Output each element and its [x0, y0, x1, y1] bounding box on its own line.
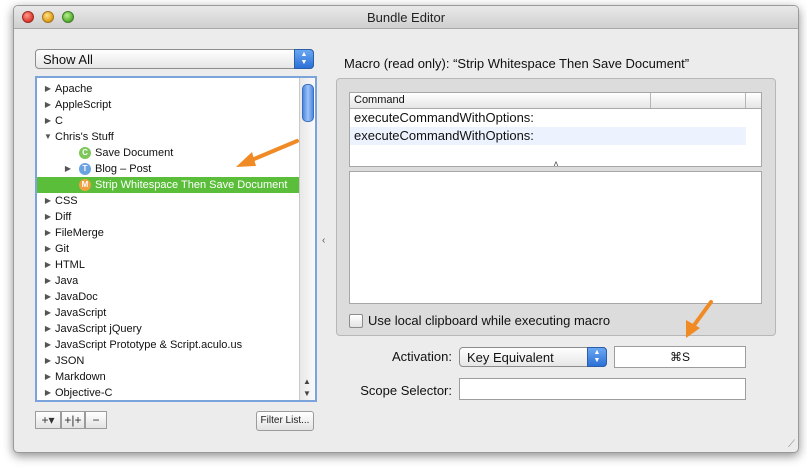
macro-group-box: Command executeCommandWithOptions: execu…: [336, 78, 776, 336]
tree-item[interactable]: C Save Document: [37, 145, 299, 161]
remove-item-button[interactable]: −: [85, 411, 107, 429]
column-divider: [650, 93, 651, 108]
disclosure-collapsed-icon[interactable]: ▶: [43, 81, 53, 97]
scroll-down-arrow-icon[interactable]: ▼: [303, 389, 311, 398]
tree-item-label: CSS: [55, 195, 78, 207]
disclosure-collapsed-icon[interactable]: ▶: [43, 241, 53, 257]
disclosure-collapsed-icon[interactable]: ▶: [43, 113, 53, 129]
resize-grip-icon[interactable]: ⟋: [788, 439, 795, 450]
tree-item-label: Git: [55, 243, 70, 255]
tree-item-label: JavaScript: [55, 307, 107, 319]
tree-item-label: FileMerge: [55, 227, 104, 239]
macro-icon: M: [79, 179, 91, 191]
bundle-tree[interactable]: ▶ Apache ▶ AppleScript ▶ C ▼ Chris's Stuff C Save…: [35, 76, 317, 402]
tree-item-label: C: [55, 115, 63, 127]
tree-item-label: Blog – Post: [95, 163, 152, 175]
disclosure-collapsed-icon[interactable]: ▶: [43, 289, 53, 305]
tree-item-label: JavaScript jQuery: [55, 323, 142, 335]
disclosure-collapsed-icon[interactable]: ▶: [43, 305, 53, 321]
tree-item[interactable]: M Strip Whitespace Then Save Document: [37, 177, 299, 193]
command-table[interactable]: Command executeCommandWithOptions: execu…: [349, 92, 762, 167]
tree-item[interactable]: ▶ Apache: [37, 81, 299, 97]
add-child-button[interactable]: +|+: [61, 411, 85, 429]
window-title: Bundle Editor: [366, 10, 446, 25]
tree-item[interactable]: ▶ Diff: [37, 209, 299, 225]
disclosure-collapsed-icon[interactable]: ▶: [63, 161, 73, 177]
tree-item[interactable]: ▶ JavaScript: [37, 305, 299, 321]
show-filter-value: Show All: [43, 52, 93, 67]
disclosure-collapsed-icon[interactable]: ▶: [43, 337, 53, 353]
tree-item[interactable]: ▶ JavaScript jQuery: [37, 321, 299, 337]
add-item-button[interactable]: +▾: [35, 411, 61, 429]
tree-scrollbar[interactable]: ▲ ▼: [299, 78, 315, 400]
tree-item-label: JavaScript Prototype & Script.aculo.us: [55, 339, 243, 351]
disclosure-collapsed-icon[interactable]: ▶: [43, 209, 53, 225]
tree-item[interactable]: ▶ Markdown: [37, 369, 299, 385]
disclosure-collapsed-icon[interactable]: ▶: [43, 273, 53, 289]
disclosure-collapsed-icon[interactable]: ▶: [43, 97, 53, 113]
disclosure-collapsed-icon[interactable]: ▶: [43, 369, 53, 385]
tree-item[interactable]: ▶ JSON: [37, 353, 299, 369]
filter-list-button[interactable]: Filter List...: [256, 411, 314, 431]
scope-selector-label: Scope Selector:: [360, 383, 452, 398]
tree-item[interactable]: ▶ JavaDoc: [37, 289, 299, 305]
tree-item-label: JSON: [55, 355, 85, 367]
tree-item[interactable]: ▼ Chris's Stuff: [37, 129, 299, 145]
title-bar[interactable]: Bundle Editor: [14, 6, 798, 29]
disclosure-expanded-icon[interactable]: ▼: [43, 129, 53, 145]
show-filter-popup[interactable]: Show All ▲ ▼: [35, 49, 314, 69]
disclosure-collapsed-icon[interactable]: ▶: [43, 257, 53, 273]
tree-item-label: AppleScript: [55, 99, 112, 111]
disclosure-collapsed-icon[interactable]: ▶: [43, 385, 53, 400]
tree-item[interactable]: ▶ T Blog – Post: [37, 161, 299, 177]
macro-title: Macro (read only): “Strip Whitespace The…: [344, 56, 690, 71]
tree-item-label: Markdown: [55, 371, 106, 383]
tree-item[interactable]: ▶ JavaScript Prototype & Script.aculo.us: [37, 337, 299, 353]
tree-item[interactable]: ▶ C: [37, 113, 299, 129]
disclosure-collapsed-icon[interactable]: ▶: [43, 321, 53, 337]
split-view-handle-icon[interactable]: ‹: [322, 235, 325, 246]
tree-item[interactable]: ▶ FileMerge: [37, 225, 299, 241]
command-icon: C: [79, 147, 91, 159]
key-equivalent-field[interactable]: ⌘S: [614, 346, 746, 368]
template-icon: T: [79, 163, 91, 175]
popup-arrows-icon: ▲ ▼: [587, 347, 607, 367]
column-divider: [745, 93, 746, 108]
scrollbar-thumb[interactable]: [302, 84, 314, 122]
command-table-header[interactable]: Command: [350, 93, 761, 109]
tree-item[interactable]: ▶ Objective-C: [37, 385, 299, 400]
disclosure-collapsed-icon[interactable]: ▶: [43, 353, 53, 369]
tree-item-label: HTML: [55, 259, 85, 271]
command-row[interactable]: executeCommandWithOptions:: [350, 127, 746, 145]
activation-label: Activation:: [392, 349, 452, 364]
tree-item-label: Save Document: [95, 147, 174, 159]
tree-item-label: Apache: [55, 83, 93, 95]
command-row[interactable]: executeCommandWithOptions:: [350, 109, 746, 127]
activation-value: Key Equivalent: [467, 350, 554, 365]
local-clipboard-label: Use local clipboard while executing macr…: [368, 313, 611, 328]
command-column-header[interactable]: Command: [354, 94, 405, 106]
tree-item-label: Diff: [55, 211, 72, 223]
tree-item[interactable]: ▶ Git: [37, 241, 299, 257]
tree-item[interactable]: ▶ HTML: [37, 257, 299, 273]
tree-item-label: Strip Whitespace Then Save Document: [95, 179, 288, 191]
popup-arrows-icon: ▲ ▼: [294, 49, 314, 69]
disclosure-collapsed-icon[interactable]: ▶: [43, 225, 53, 241]
tree-item-label: Java: [55, 275, 79, 287]
tree-item-label: JavaDoc: [55, 291, 98, 303]
tree-item-label: Chris's Stuff: [55, 131, 114, 143]
local-clipboard-checkbox[interactable]: [349, 314, 363, 328]
activation-popup[interactable]: Key Equivalent ▲ ▼: [459, 347, 607, 367]
tree-item[interactable]: ▶ Java: [37, 273, 299, 289]
tree-item-label: Objective-C: [55, 387, 113, 399]
tree-item[interactable]: ▶ AppleScript: [37, 97, 299, 113]
scope-selector-field[interactable]: [459, 378, 746, 400]
command-detail-area[interactable]: [349, 171, 762, 304]
tree-item[interactable]: ▶ CSS: [37, 193, 299, 209]
disclosure-collapsed-icon[interactable]: ▶: [43, 193, 53, 209]
scroll-up-arrow-icon[interactable]: ▲: [303, 377, 311, 386]
bundle-editor-window: Bundle Editor Show All ▲ ▼ ▶ Apache ▶ AppleS…: [13, 5, 799, 453]
pane-split-handle-icon[interactable]: ˄: [337, 159, 775, 169]
